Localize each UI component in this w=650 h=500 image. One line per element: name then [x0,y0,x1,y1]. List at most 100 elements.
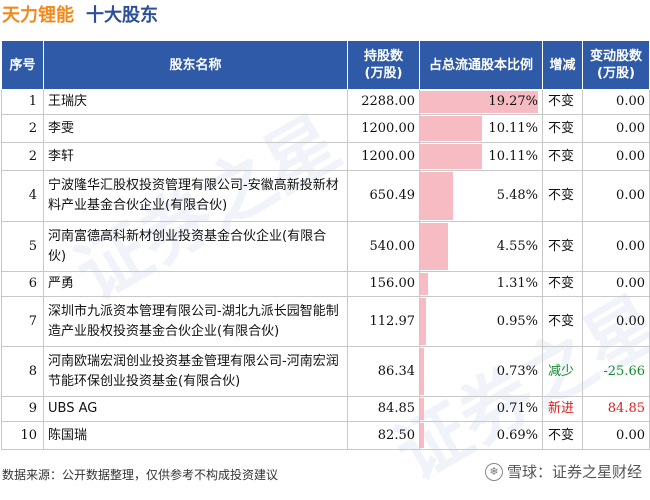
table-row: 9 UBS AG 84.85 0.71% 新进 84.85 [1,396,650,422]
section-title: 十大股东 [86,5,158,26]
company-name: 天力锂能 [2,5,74,26]
row-index: 10 [1,421,44,450]
ratio-cell: 0.95% [419,296,543,347]
shareholder-name: UBS AG [43,396,348,422]
change-amount: 0.00 [582,142,650,171]
snowball-icon: ❄ [484,462,503,481]
shareholder-name: 严勇 [43,271,348,297]
ratio-value: 0.73% [496,363,538,379]
change-status: 不变 [542,221,583,272]
ratio-cell: 19.27% [419,89,543,115]
change-amount: 0.00 [582,89,650,115]
shares-held: 650.49 [347,170,420,222]
table-row: 2 李雯 1200.00 10.11% 不变 0.00 [1,114,650,143]
shares-held: 1200.00 [347,114,420,143]
row-index: 2 [1,142,44,171]
table-row: 8 河南欧瑞宏润创业投资基金管理有限公司-河南宏润节能环保创业投资基金(有限合伙)… [1,346,650,397]
header-idx: 序号 [1,40,44,90]
change-status: 新进 [542,396,583,422]
change-amount: 0.00 [582,271,650,297]
header-name: 股东名称 [43,40,348,90]
change-amount: 0.00 [582,170,650,222]
ratio-bar [420,348,425,395]
ratio-bar [420,423,425,448]
ratio-bar [420,172,454,220]
change-status: 减少 [542,346,583,397]
ratio-value: 5.48% [496,188,538,203]
ratio-cell: 0.69% [419,421,543,450]
change-status: 不变 [542,142,583,171]
ratio-cell: 1.31% [419,271,543,297]
shareholder-name: 河南富德高科新材创业投资基金合伙企业(有限合伙) [43,221,348,272]
change-amount: 0.00 [582,421,650,450]
row-index: 4 [1,170,44,222]
shareholder-name: 宁波隆华汇股权投资管理有限公司-安徽高新投新材料产业基金合伙企业(有限合伙) [43,170,348,222]
shareholder-table: 序号 股东名称 持股数 (万股) 占总流通股本比例 增减 变动股数 (万股) 1 王瑞… [1,40,650,450]
shareholder-name: 河南欧瑞宏润创业投资基金管理有限公司-河南宏润节能环保创业投资基金(有限合伙) [43,346,348,397]
ratio-bar [420,398,425,420]
change-status: 不变 [542,89,583,115]
row-index: 5 [1,221,44,272]
change-status: 不变 [542,114,583,143]
header-delta: 变动股数 (万股) [582,40,650,90]
shares-held: 2288.00 [347,89,420,115]
shares-held: 1200.00 [347,142,420,171]
ratio-cell: 0.71% [419,396,543,422]
ratio-value: 4.55% [496,238,538,254]
table-row: 5 河南富德高科新材创业投资基金合伙企业(有限合伙) 540.00 4.55% 不变 0.… [1,221,650,272]
header-shares-line2: (万股) [364,66,403,81]
change-amount: -25.66 [582,346,650,397]
table-row: 7 深圳市九派资本管理有限公司-湖北九派长园智能制造产业股权投资基金合伙企业(有限… [1,296,650,347]
ratio-cell: 5.48% [419,170,543,222]
header-delta-line1: 变动股数 [589,49,642,64]
ratio-value: 0.95% [496,313,538,329]
ratio-cell: 0.73% [419,346,543,397]
ratio-value: 10.11% [488,120,538,136]
header-change: 增减 [542,40,583,90]
change-amount: 0.00 [582,221,650,272]
row-index: 1 [1,89,44,115]
ratio-bar [420,298,426,345]
row-index: 7 [1,296,44,347]
ratio-bar [420,144,482,169]
shareholder-name: 深圳市九派资本管理有限公司-湖北九派长园智能制造产业股权投资基金合伙企业(有限合… [43,296,348,347]
ratio-cell: 10.11% [419,114,543,143]
ratio-value: 0.71% [496,401,538,416]
header-shares-line1: 持股数 [363,49,403,64]
change-amount: 84.85 [582,396,650,422]
shareholder-name: 王瑞庆 [43,89,348,115]
change-status: 不变 [542,296,583,347]
table-row: 10 陈国瑞 82.50 0.69% 不变 0.00 [1,421,650,450]
brand-text: 雪球：证券之星财经 [506,463,642,481]
row-index: 2 [1,114,44,143]
change-status: 不变 [542,170,583,222]
table-row: 4 宁波隆华汇股权投资管理有限公司-安徽高新投新材料产业基金合伙企业(有限合伙) 6… [1,170,650,222]
ratio-bar [420,116,482,141]
shareholder-name: 李雯 [43,114,348,143]
row-index: 8 [1,346,44,397]
table-row: 1 王瑞庆 2288.00 19.27% 不变 0.00 [1,89,650,115]
change-status: 不变 [542,271,583,297]
ratio-value: 10.11% [488,148,538,164]
brand-mark: ❄ 雪球：证券之星财经 [484,461,642,482]
shareholder-name: 陈国瑞 [43,421,348,450]
table-row: 2 李轩 1200.00 10.11% 不变 0.00 [1,142,650,171]
header-ratio: 占总流通股本比例 [419,40,543,90]
ratio-cell: 10.11% [419,142,543,171]
header-row: 序号 股东名称 持股数 (万股) 占总流通股本比例 增减 变动股数 (万股) [1,40,650,90]
ratio-cell: 4.55% [419,221,543,272]
change-amount: 0.00 [582,296,650,347]
ratio-value: 0.69% [496,427,538,443]
ratio-value: 1.31% [496,276,538,291]
shares-held: 540.00 [347,221,420,272]
shares-held: 86.34 [347,346,420,397]
row-index: 6 [1,271,44,297]
shares-held: 156.00 [347,271,420,297]
row-index: 9 [1,396,44,422]
header-shares: 持股数 (万股) [347,40,420,90]
data-source-note: 数据来源：公开数据整理，仅供参考不构成投资建议 [2,468,279,482]
change-amount: 0.00 [582,114,650,143]
ratio-value: 19.27% [488,94,538,109]
page-title: 天力锂能 十大股东 [2,3,158,29]
shares-held: 84.85 [347,396,420,422]
